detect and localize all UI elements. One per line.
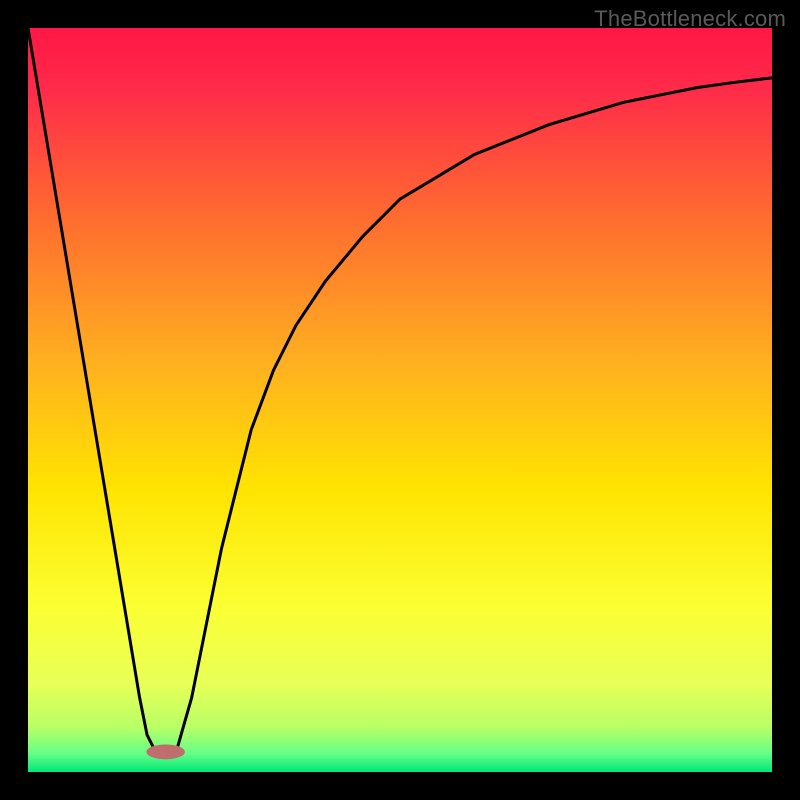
watermark-text: TheBottleneck.com (594, 6, 786, 32)
chart-frame: TheBottleneck.com (0, 0, 800, 800)
minimum-marker (146, 744, 185, 759)
gradient-background (28, 28, 772, 772)
bottleneck-chart (0, 0, 800, 800)
